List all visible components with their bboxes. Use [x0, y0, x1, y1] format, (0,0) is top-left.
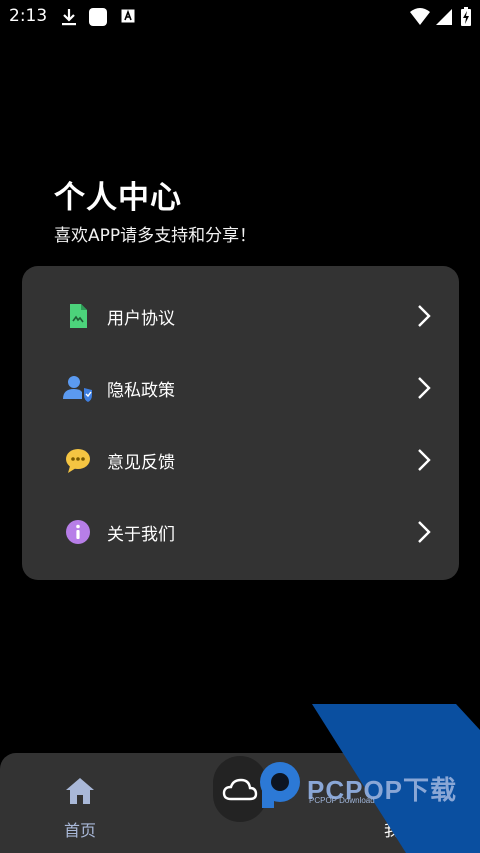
menu-item-about-us[interactable]: 关于我们: [22, 496, 459, 568]
status-bar: 2:13: [0, 0, 480, 34]
menu-item-label: 用户协议: [107, 309, 175, 329]
menu-item-label: 关于我们: [107, 525, 175, 545]
menu-item-feedback[interactable]: 意见反馈: [22, 424, 459, 496]
document-icon: [70, 304, 87, 328]
chevron-right-icon: [418, 305, 431, 327]
nav-tab-home[interactable]: 首页: [40, 773, 120, 843]
menu-item-user-agreement[interactable]: 用户协议: [22, 280, 459, 352]
user-shield-icon: [63, 376, 92, 402]
menu-item-label: 意见反馈: [107, 453, 175, 473]
a-icon: [121, 9, 135, 23]
chevron-right-icon: [418, 521, 431, 543]
nav-mine-label: 我的: [383, 821, 416, 840]
app-icon: [89, 8, 107, 26]
home-icon: [66, 778, 94, 804]
battery-icon: [461, 7, 471, 26]
info-icon: [66, 520, 90, 544]
menu-item-privacy-policy[interactable]: 隐私政策: [22, 352, 459, 424]
chevron-right-icon: [418, 449, 431, 471]
page-subtitle: 喜欢APP请多支持和分享！: [54, 226, 257, 246]
download-icon: [62, 9, 76, 26]
status-time: 2:13: [9, 6, 48, 26]
wifi-icon: [410, 8, 430, 25]
chat-bubble-icon: [66, 449, 90, 473]
nav-tab-mine[interactable]: 我的: [372, 773, 452, 843]
menu-card: 用户协议 隐私政策 意见反馈 关于我们: [22, 266, 459, 580]
chevron-right-icon: [418, 377, 431, 399]
signal-icon: [436, 9, 452, 25]
nav-center-button[interactable]: [213, 756, 267, 822]
nav-home-label: 首页: [63, 821, 96, 840]
cloud-icon: [222, 778, 258, 801]
page-title: 个人中心: [54, 180, 182, 216]
menu-item-label: 隐私政策: [107, 381, 175, 401]
